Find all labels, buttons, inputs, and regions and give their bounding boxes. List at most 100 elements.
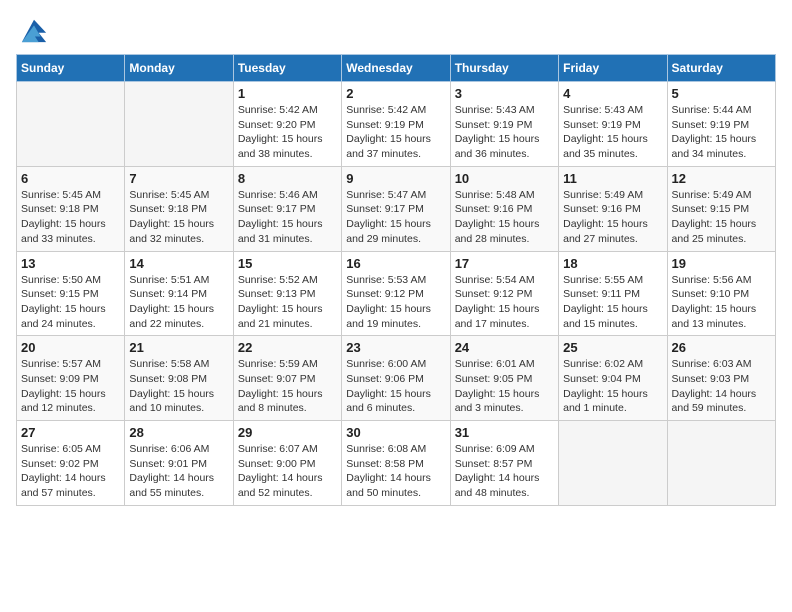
calendar-cell: 26 Sunrise: 6:03 AM Sunset: 9:03 PM Dayli… (667, 336, 775, 421)
calendar-cell: 29Sunrise: 6:07 AM Sunset: 9:00 PM Dayli… (233, 421, 341, 506)
day-number: 24 (455, 340, 554, 355)
day-number: 28 (129, 425, 228, 440)
calendar-cell: 17 Sunrise: 5:54 AM Sunset: 9:12 PM Dayli… (450, 251, 558, 336)
day-number: 7 (129, 171, 228, 186)
day-info: Sunrise: 5:45 AM Sunset: 9:18 PM Dayligh… (129, 188, 228, 247)
calendar-cell: 31 Sunrise: 6:09 AM Sunset: 8:57 PM Dayli… (450, 421, 558, 506)
day-number: 22 (238, 340, 337, 355)
day-info: Sunrise: 5:52 AM Sunset: 9:13 PM Dayligh… (238, 273, 337, 332)
day-number: 30 (346, 425, 445, 440)
day-number: 3 (455, 86, 554, 101)
day-number: 31 (455, 425, 554, 440)
day-info: Sunrise: 6:05 AM Sunset: 9:02 PM Dayligh… (21, 442, 120, 501)
calendar-table: SundayMondayTuesdayWednesdayThursdayFrid… (16, 54, 776, 506)
calendar-week-row: 13 Sunrise: 5:50 AM Sunset: 9:15 PM Dayli… (17, 251, 776, 336)
day-info: Sunrise: 5:50 AM Sunset: 9:15 PM Dayligh… (21, 273, 120, 332)
day-info: Sunrise: 6:01 AM Sunset: 9:05 PM Dayligh… (455, 357, 554, 416)
calendar-cell: 5 Sunrise: 5:44 AM Sunset: 9:19 PM Daylig… (667, 82, 775, 167)
page-header (16, 16, 776, 44)
day-info: Sunrise: 5:51 AM Sunset: 9:14 PM Dayligh… (129, 273, 228, 332)
day-info: Sunrise: 5:45 AM Sunset: 9:18 PM Dayligh… (21, 188, 120, 247)
day-info: Sunrise: 6:06 AM Sunset: 9:01 PM Dayligh… (129, 442, 228, 501)
calendar-cell: 20 Sunrise: 5:57 AM Sunset: 9:09 PM Dayli… (17, 336, 125, 421)
calendar-cell: 15 Sunrise: 5:52 AM Sunset: 9:13 PM Dayli… (233, 251, 341, 336)
day-number: 26 (672, 340, 771, 355)
day-number: 2 (346, 86, 445, 101)
day-info: Sunrise: 6:09 AM Sunset: 8:57 PM Dayligh… (455, 442, 554, 501)
calendar-cell (667, 421, 775, 506)
calendar-cell: 13 Sunrise: 5:50 AM Sunset: 9:15 PM Dayli… (17, 251, 125, 336)
calendar-cell: 4 Sunrise: 5:43 AM Sunset: 9:19 PM Daylig… (559, 82, 667, 167)
day-number: 29 (238, 425, 337, 440)
column-header-saturday: Saturday (667, 55, 775, 82)
day-number: 18 (563, 256, 662, 271)
day-number: 13 (21, 256, 120, 271)
day-info: Sunrise: 5:57 AM Sunset: 9:09 PM Dayligh… (21, 357, 120, 416)
calendar-cell: 23 Sunrise: 6:00 AM Sunset: 9:06 PM Dayli… (342, 336, 450, 421)
column-header-friday: Friday (559, 55, 667, 82)
day-info: Sunrise: 5:47 AM Sunset: 9:17 PM Dayligh… (346, 188, 445, 247)
column-header-tuesday: Tuesday (233, 55, 341, 82)
day-info: Sunrise: 6:08 AM Sunset: 8:58 PM Dayligh… (346, 442, 445, 501)
day-info: Sunrise: 5:59 AM Sunset: 9:07 PM Dayligh… (238, 357, 337, 416)
calendar-cell: 19Sunrise: 5:56 AM Sunset: 9:10 PM Dayli… (667, 251, 775, 336)
day-info: Sunrise: 6:03 AM Sunset: 9:03 PM Dayligh… (672, 357, 771, 416)
calendar-cell: 7 Sunrise: 5:45 AM Sunset: 9:18 PM Daylig… (125, 166, 233, 251)
calendar-cell: 8 Sunrise: 5:46 AM Sunset: 9:17 PM Daylig… (233, 166, 341, 251)
day-number: 10 (455, 171, 554, 186)
day-number: 20 (21, 340, 120, 355)
day-number: 11 (563, 171, 662, 186)
day-number: 5 (672, 86, 771, 101)
day-number: 12 (672, 171, 771, 186)
calendar-cell: 1 Sunrise: 5:42 AM Sunset: 9:20 PM Daylig… (233, 82, 341, 167)
calendar-week-row: 1 Sunrise: 5:42 AM Sunset: 9:20 PM Daylig… (17, 82, 776, 167)
day-number: 6 (21, 171, 120, 186)
logo (16, 16, 48, 44)
day-number: 17 (455, 256, 554, 271)
day-number: 27 (21, 425, 120, 440)
day-info: Sunrise: 5:46 AM Sunset: 9:17 PM Dayligh… (238, 188, 337, 247)
day-number: 4 (563, 86, 662, 101)
day-info: Sunrise: 5:48 AM Sunset: 9:16 PM Dayligh… (455, 188, 554, 247)
day-number: 16 (346, 256, 445, 271)
day-number: 1 (238, 86, 337, 101)
day-info: Sunrise: 5:49 AM Sunset: 9:15 PM Dayligh… (672, 188, 771, 247)
calendar-cell: 18 Sunrise: 5:55 AM Sunset: 9:11 PM Dayli… (559, 251, 667, 336)
day-info: Sunrise: 5:53 AM Sunset: 9:12 PM Dayligh… (346, 273, 445, 332)
day-info: Sunrise: 5:44 AM Sunset: 9:19 PM Dayligh… (672, 103, 771, 162)
calendar-week-row: 27 Sunrise: 6:05 AM Sunset: 9:02 PM Dayli… (17, 421, 776, 506)
day-number: 25 (563, 340, 662, 355)
day-number: 8 (238, 171, 337, 186)
calendar-cell: 28 Sunrise: 6:06 AM Sunset: 9:01 PM Dayli… (125, 421, 233, 506)
day-number: 23 (346, 340, 445, 355)
day-info: Sunrise: 5:42 AM Sunset: 9:20 PM Dayligh… (238, 103, 337, 162)
calendar-cell (125, 82, 233, 167)
calendar-cell: 24 Sunrise: 6:01 AM Sunset: 9:05 PM Dayli… (450, 336, 558, 421)
day-number: 15 (238, 256, 337, 271)
logo-icon (20, 16, 48, 44)
calendar-cell: 21Sunrise: 5:58 AM Sunset: 9:08 PM Dayli… (125, 336, 233, 421)
day-number: 9 (346, 171, 445, 186)
calendar-header-row: SundayMondayTuesdayWednesdayThursdayFrid… (17, 55, 776, 82)
calendar-cell: 16 Sunrise: 5:53 AM Sunset: 9:12 PM Dayli… (342, 251, 450, 336)
day-number: 14 (129, 256, 228, 271)
column-header-wednesday: Wednesday (342, 55, 450, 82)
day-info: Sunrise: 5:42 AM Sunset: 9:19 PM Dayligh… (346, 103, 445, 162)
calendar-cell: 11Sunrise: 5:49 AM Sunset: 9:16 PM Dayli… (559, 166, 667, 251)
day-info: Sunrise: 5:43 AM Sunset: 9:19 PM Dayligh… (563, 103, 662, 162)
calendar-cell: 3Sunrise: 5:43 AM Sunset: 9:19 PM Daylig… (450, 82, 558, 167)
calendar-cell: 30 Sunrise: 6:08 AM Sunset: 8:58 PM Dayli… (342, 421, 450, 506)
column-header-sunday: Sunday (17, 55, 125, 82)
day-info: Sunrise: 6:00 AM Sunset: 9:06 PM Dayligh… (346, 357, 445, 416)
day-info: Sunrise: 6:02 AM Sunset: 9:04 PM Dayligh… (563, 357, 662, 416)
calendar-cell (559, 421, 667, 506)
column-header-thursday: Thursday (450, 55, 558, 82)
calendar-cell: 9 Sunrise: 5:47 AM Sunset: 9:17 PM Daylig… (342, 166, 450, 251)
day-info: Sunrise: 5:58 AM Sunset: 9:08 PM Dayligh… (129, 357, 228, 416)
calendar-week-row: 6 Sunrise: 5:45 AM Sunset: 9:18 PM Daylig… (17, 166, 776, 251)
calendar-cell: 25 Sunrise: 6:02 AM Sunset: 9:04 PM Dayli… (559, 336, 667, 421)
day-info: Sunrise: 5:54 AM Sunset: 9:12 PM Dayligh… (455, 273, 554, 332)
day-info: Sunrise: 5:56 AM Sunset: 9:10 PM Dayligh… (672, 273, 771, 332)
calendar-cell: 6 Sunrise: 5:45 AM Sunset: 9:18 PM Daylig… (17, 166, 125, 251)
day-info: Sunrise: 5:55 AM Sunset: 9:11 PM Dayligh… (563, 273, 662, 332)
